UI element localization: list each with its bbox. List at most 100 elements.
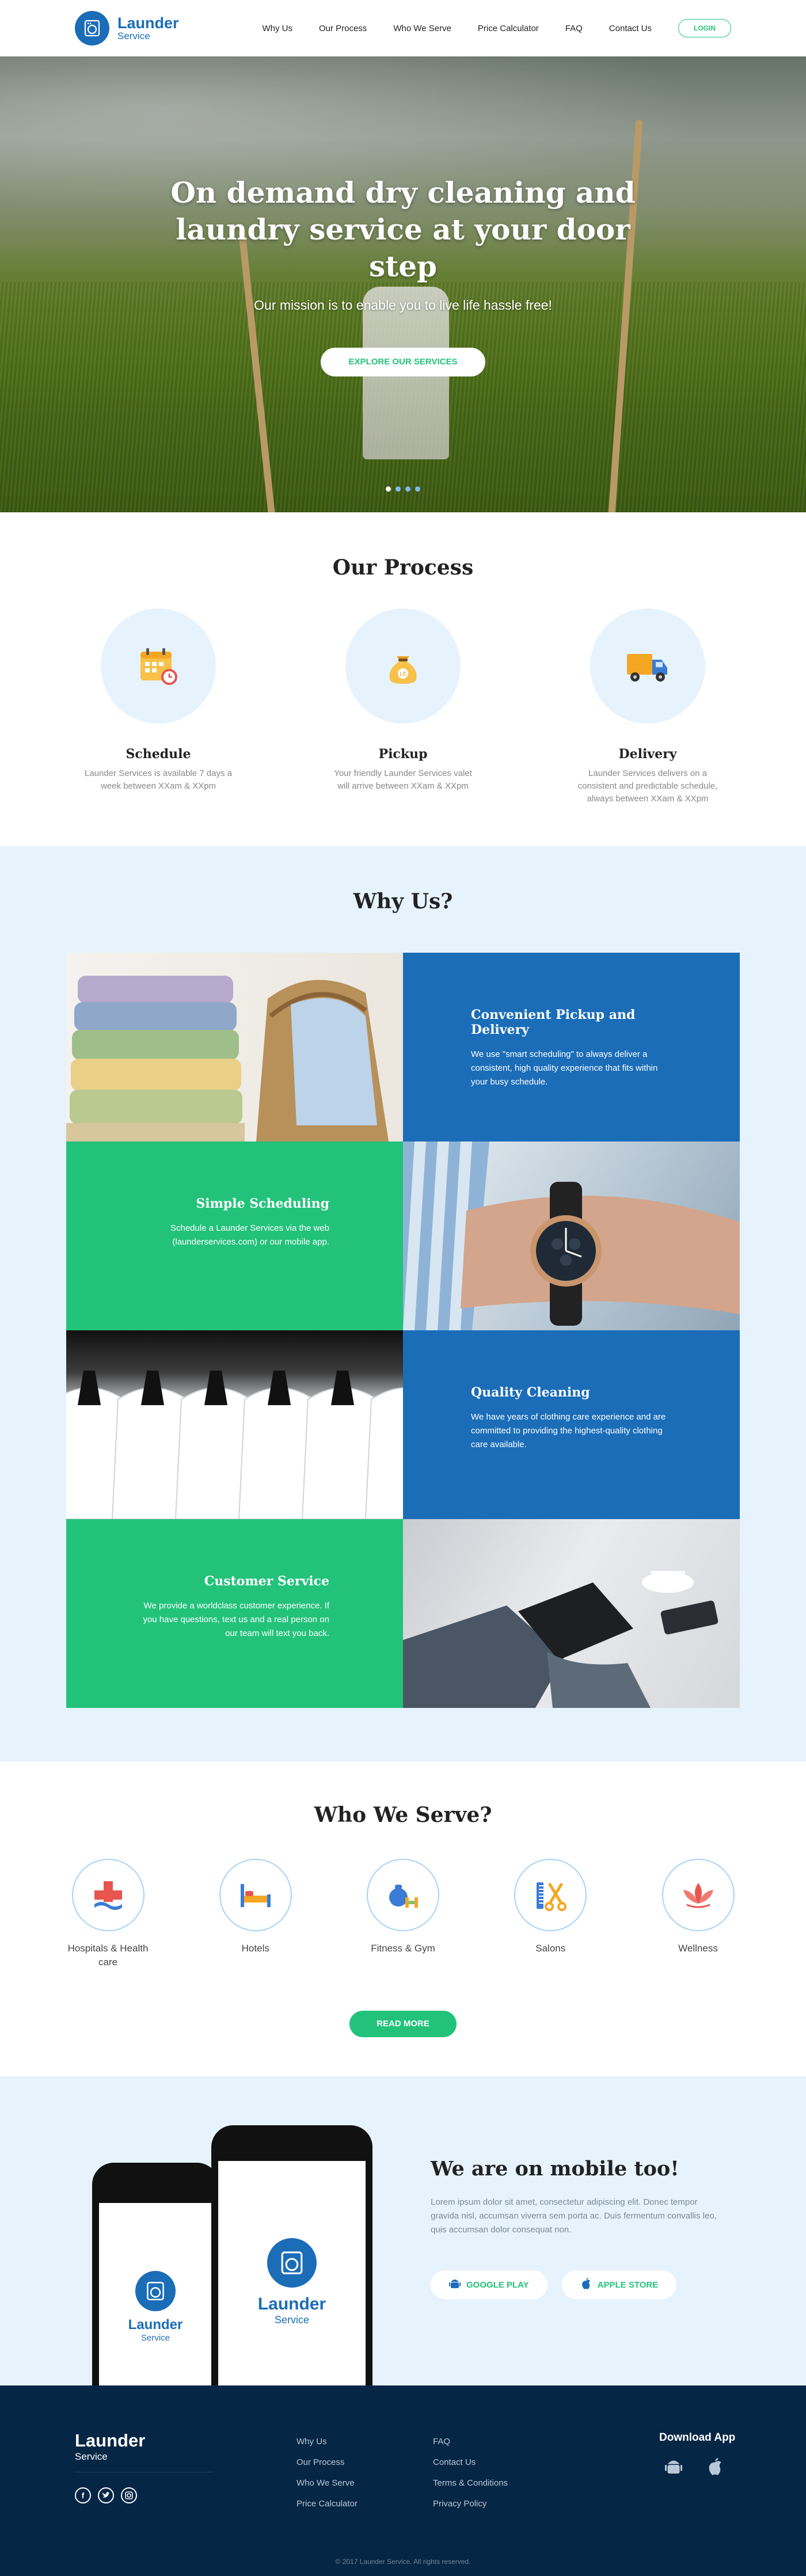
tablet-photo bbox=[403, 1519, 740, 1708]
footer-logo[interactable]: Launder Service bbox=[75, 2430, 145, 2463]
process-title: Delivery bbox=[618, 747, 677, 762]
why-item-title: Quality Cleaning bbox=[471, 1385, 590, 1400]
svg-text:LE: LE bbox=[400, 671, 406, 678]
washing-machine-icon bbox=[75, 11, 109, 45]
process-desc: Launder Services delivers on a consisten… bbox=[577, 768, 718, 804]
serve-label: Hospitals & Health care bbox=[67, 1943, 149, 1968]
copyright: © 2017 Launder Service. All rights reser… bbox=[335, 2558, 471, 2566]
why-item-customer-service: Customer Service We provide a worldclass… bbox=[66, 1519, 403, 1708]
why-item-desc: We use "smart scheduling" to always deli… bbox=[471, 1049, 658, 1087]
footer-link-why-us[interactable]: Why Us bbox=[296, 2432, 358, 2452]
process-desc: Your friendly Launder Services valet wil… bbox=[334, 768, 472, 791]
apple-icon[interactable] bbox=[706, 2457, 724, 2479]
download-app-heading: Download App bbox=[659, 2432, 736, 2444]
nav-our-process[interactable]: Our Process bbox=[319, 24, 367, 33]
serve-label: Wellness bbox=[678, 1943, 718, 1954]
instagram-icon[interactable] bbox=[121, 2487, 137, 2503]
footer-link-faq[interactable]: FAQ bbox=[433, 2432, 508, 2452]
serve-item-salons[interactable]: Salons bbox=[509, 1859, 592, 1969]
app-logo-subtitle: Service bbox=[140, 2333, 170, 2343]
footer-links-col1: Why Us Our Process Who We Serve Price Ca… bbox=[296, 2432, 358, 2514]
nav-price-calculator[interactable]: Price Calculator bbox=[478, 24, 539, 33]
why-item-simple-scheduling: Simple Scheduling Schedule a Launder Ser… bbox=[66, 1141, 403, 1330]
towels-photo bbox=[66, 953, 403, 1141]
hero-section: On demand dry cleaning and laundry servi… bbox=[0, 56, 806, 512]
footer-link-privacy[interactable]: Privacy Policy bbox=[433, 2494, 508, 2514]
logo-subtitle: Service bbox=[117, 31, 150, 41]
why-item-pickup-delivery: Convenient Pickup and Delivery We use "s… bbox=[403, 953, 740, 1141]
logo[interactable]: Launder Service bbox=[75, 11, 179, 45]
apple-store-label: APPLE STORE bbox=[597, 2280, 659, 2290]
why-item-title: Customer Service bbox=[204, 1574, 329, 1589]
phone-mockup-back: Launder Service bbox=[92, 2163, 219, 2385]
why-item-desc: We provide a worldclass customer experie… bbox=[143, 1601, 329, 1638]
hospital-cross-icon bbox=[71, 1859, 145, 1931]
process-item-pickup: LE Pickup Your friendly Launder Services… bbox=[328, 608, 478, 805]
serve-label: Hotels bbox=[241, 1943, 269, 1954]
delivery-truck-icon bbox=[590, 608, 705, 724]
read-more-button[interactable]: READ MORE bbox=[349, 2011, 457, 2037]
footer-logo-subtitle: Service bbox=[75, 2451, 108, 2462]
shirts-photo bbox=[66, 1330, 403, 1519]
nav-faq[interactable]: FAQ bbox=[565, 24, 583, 33]
section-title: Our Process bbox=[332, 555, 474, 580]
footer-link-terms[interactable]: Terms & Conditions bbox=[433, 2473, 508, 2494]
phone-mockup-front: Launder Service bbox=[211, 2125, 372, 2385]
serve-item-wellness[interactable]: Wellness bbox=[656, 1859, 740, 1969]
fitness-icon bbox=[367, 1859, 439, 1931]
process-item-delivery: Delivery Launder Services delivers on a … bbox=[573, 608, 723, 805]
nav-contact-us[interactable]: Contact Us bbox=[609, 24, 652, 33]
serve-label: Salons bbox=[535, 1943, 566, 1954]
lotus-icon bbox=[661, 1859, 735, 1931]
apple-store-button[interactable]: APPLE STORE bbox=[561, 2270, 677, 2299]
serve-label: Fitness & Gym bbox=[371, 1943, 435, 1954]
nav-who-we-serve[interactable]: Who We Serve bbox=[393, 24, 451, 33]
why-us-grid: Convenient Pickup and Delivery We use "s… bbox=[66, 953, 740, 1708]
explore-services-button[interactable]: EXPLORE OUR SERVICES bbox=[321, 348, 485, 376]
washing-machine-icon bbox=[135, 2270, 176, 2311]
why-item-title: Convenient Pickup and Delivery bbox=[471, 1007, 636, 1037]
serve-item-hospitals[interactable]: Hospitals & Health care bbox=[66, 1859, 150, 1969]
process-desc: Launder Services is available 7 days a w… bbox=[85, 768, 232, 791]
facebook-icon[interactable]: f bbox=[75, 2487, 91, 2503]
why-item-desc: We have years of clothing care experienc… bbox=[471, 1412, 666, 1449]
slider-dot[interactable] bbox=[386, 486, 391, 492]
google-play-label: GOOGLE PLAY bbox=[466, 2280, 529, 2290]
why-item-desc: Schedule a Launder Services via the web … bbox=[170, 1223, 329, 1247]
slider-dot[interactable] bbox=[415, 486, 420, 492]
mobile-title: We are on mobile too! bbox=[431, 2157, 679, 2181]
mobile-desc: Lorem ipsum dolor sit amet, consectetur … bbox=[431, 2197, 717, 2235]
mobile-app-section: Launder Service Launder Service We are o… bbox=[0, 2076, 806, 2385]
process-item-schedule: Schedule Launder Services is available 7… bbox=[83, 608, 233, 805]
nav-why-us[interactable]: Why Us bbox=[262, 24, 292, 33]
site-header: Launder Service Why Us Our Process Who W… bbox=[0, 0, 806, 56]
twitter-icon[interactable] bbox=[98, 2487, 114, 2503]
footer-link-price-calculator[interactable]: Price Calculator bbox=[296, 2494, 358, 2514]
process-section: Our Process Schedule Launder Services is… bbox=[0, 512, 806, 846]
salon-comb-scissors-icon bbox=[514, 1859, 587, 1931]
android-icon bbox=[449, 2277, 461, 2292]
process-title: Schedule bbox=[126, 747, 191, 762]
who-we-serve-section: Who We Serve? Hospitals & Health care Ho… bbox=[0, 1761, 806, 2076]
footer-logo-title: Launder bbox=[75, 2430, 146, 2451]
logo-title: Launder bbox=[117, 14, 179, 32]
footer-link-who-we-serve[interactable]: Who We Serve bbox=[296, 2473, 358, 2494]
android-icon[interactable] bbox=[665, 2457, 682, 2479]
footer-link-contact-us[interactable]: Contact Us bbox=[433, 2452, 508, 2473]
hero-title: On demand dry cleaning and laundry servi… bbox=[170, 176, 636, 283]
serve-item-fitness[interactable]: Fitness & Gym bbox=[362, 1859, 445, 1969]
why-item-quality-cleaning: Quality Cleaning We have years of clothi… bbox=[403, 1330, 740, 1519]
washing-machine-icon bbox=[267, 2238, 317, 2288]
app-logo-title: Launder bbox=[257, 2294, 326, 2314]
slider-dot[interactable] bbox=[405, 486, 410, 492]
section-title: Who We Serve? bbox=[314, 1803, 492, 1827]
watch-photo bbox=[403, 1141, 740, 1330]
serve-item-hotels[interactable]: Hotels bbox=[214, 1859, 297, 1969]
slider-dot[interactable] bbox=[396, 486, 401, 492]
footer-link-our-process[interactable]: Our Process bbox=[296, 2452, 358, 2473]
login-button[interactable]: LOGIN bbox=[678, 19, 731, 37]
process-title: Pickup bbox=[378, 747, 428, 762]
hero-subtitle: Our mission is to enable you to live lif… bbox=[254, 298, 552, 313]
google-play-button[interactable]: GOOGLE PLAY bbox=[431, 2270, 548, 2299]
footer-links-col2: FAQ Contact Us Terms & Conditions Privac… bbox=[433, 2432, 508, 2514]
